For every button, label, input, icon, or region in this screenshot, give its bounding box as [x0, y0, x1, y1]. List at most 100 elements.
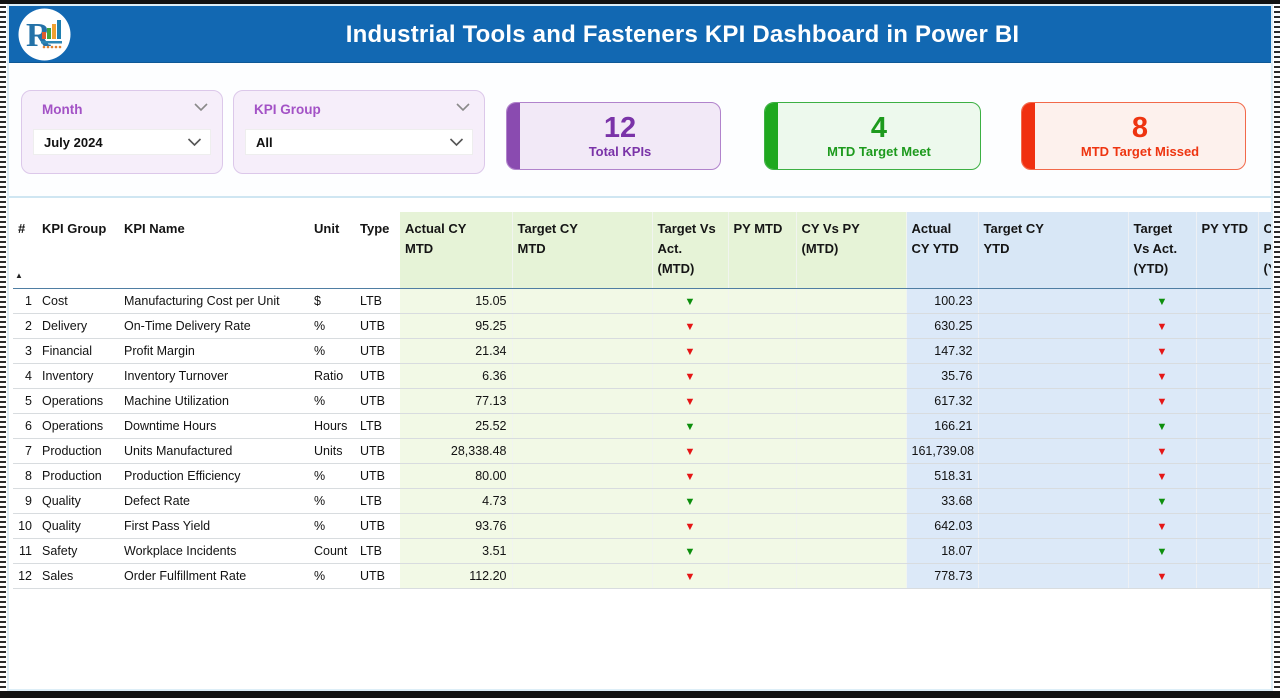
cell-unit: Hours — [309, 413, 355, 439]
cell-py_mtd — [728, 413, 797, 439]
table-row[interactable]: 8 Production Production Efficiency% UTB 80.0… — [13, 463, 1271, 489]
cell-target_mtd — [512, 313, 653, 339]
cell-unit: % — [309, 313, 355, 339]
month-dropdown[interactable]: July 2024 — [33, 129, 211, 155]
card-accent-bar — [765, 103, 778, 169]
column-header-actual_mtd[interactable]: Actual CY MTD — [400, 212, 513, 289]
filter-strip: Month July 2024 KPI Group All 12 Total K… — [9, 63, 1271, 198]
mtd-target-missed-card[interactable]: 8 MTD Target Missed — [1021, 102, 1246, 170]
column-header-idx[interactable]: # ▲ — [13, 212, 37, 289]
cell-target_ytd — [978, 413, 1129, 439]
cell-tva_mtd: ▼ — [652, 363, 729, 389]
table-header-row: # ▲ KPI Group KPI Name Unit Type Actual CY MTD… — [13, 212, 1271, 289]
chevron-down-icon[interactable] — [194, 103, 208, 112]
table-row[interactable]: 12 Sales Order Fulfillment Rate% UTB 112.20 ▼… — [13, 563, 1271, 589]
cell-actual_mtd: 93.76 — [400, 513, 513, 539]
cell-target_mtd — [512, 338, 653, 364]
table-row[interactable]: 3 Financial Profit Margin% UTB 21.34 ▼ 147.32 ▼ — [13, 338, 1271, 364]
cell-idx: 3 — [13, 338, 37, 364]
green-down-triangle-icon: ▼ — [1156, 295, 1168, 308]
table-row[interactable]: 1 Cost Manufacturing Cost per Unit $ LTB 15.0… — [13, 288, 1271, 314]
cell-cyvspy_ytd — [1258, 413, 1271, 439]
cell-unit: Ratio — [309, 363, 355, 389]
cell-actual_ytd: 166.21 — [906, 413, 979, 439]
column-header-cyvspy_ytd[interactable]: CY Vs PY (YTD) — [1258, 212, 1271, 289]
cell-cyvspy_ytd — [1258, 288, 1271, 314]
column-header-tva_ytd[interactable]: Target Vs Act. (YTD) — [1128, 212, 1197, 289]
cell-cyvspy_ytd — [1258, 438, 1271, 464]
cell-actual_mtd: 3.51 — [400, 538, 513, 564]
column-header-name[interactable]: KPI Name — [119, 212, 309, 289]
table-row[interactable]: 11 Safety Workplace Incidents Count LTB 3.51 ▼… — [13, 538, 1271, 564]
cell-actual_ytd: 630.25 — [906, 313, 979, 339]
cell-type: LTB — [355, 488, 400, 514]
cell-tva_ytd: ▼ — [1128, 438, 1197, 464]
green-down-triangle-icon: ▼ — [684, 495, 696, 508]
cell-py_mtd — [728, 363, 797, 389]
table-row[interactable]: 5 Operations Machine Utilization% UTB 77.13 ▼… — [13, 388, 1271, 414]
table-row[interactable]: 9 Quality Defect Rate% LTB 4.73 ▼ 33.68 ▼ — [13, 488, 1271, 514]
red-down-triangle-icon: ▼ — [1156, 320, 1168, 333]
cell-tva_mtd: ▼ — [652, 538, 729, 564]
cell-target_ytd — [978, 313, 1129, 339]
table-row[interactable]: 7 Production Units Manufactured Units UTB 28,… — [13, 438, 1271, 464]
cell-type: UTB — [355, 313, 400, 339]
column-header-group[interactable]: KPI Group — [37, 212, 119, 289]
cell-actual_ytd: 33.68 — [906, 488, 979, 514]
column-header-type[interactable]: Type — [355, 212, 400, 289]
cell-target_mtd — [512, 463, 653, 489]
red-down-triangle-icon: ▼ — [684, 345, 696, 358]
cell-type: UTB — [355, 363, 400, 389]
kpi-group-dropdown[interactable]: All — [245, 129, 473, 155]
mtd-target-meet-card[interactable]: 4 MTD Target Meet — [764, 102, 981, 170]
cell-actual_mtd: 15.05 — [400, 288, 513, 314]
card-accent-bar — [507, 103, 520, 169]
table-row[interactable]: 10 Quality First Pass Yield% UTB 93.76 ▼ 642.0… — [13, 513, 1271, 539]
cell-target_mtd — [512, 288, 653, 314]
cell-name: Inventory Turnover — [119, 363, 309, 389]
table-row[interactable]: 6 Operations Downtime Hours Hours LTB 25.52 ▼ 1… — [13, 413, 1271, 439]
column-header-py_ytd[interactable]: PY YTD — [1196, 212, 1259, 289]
cell-idx: 9 — [13, 488, 37, 514]
kpi-table-container[interactable]: # ▲ KPI Group KPI Name Unit Type Actual CY MTD… — [13, 212, 1271, 689]
cell-group: Quality — [37, 513, 119, 539]
table-row[interactable]: 2 Delivery On-Time Delivery Rate% UTB 95.25 ▼… — [13, 313, 1271, 339]
dashboard-header: R Industrial Tools and Fasteners KPI Das… — [9, 6, 1271, 63]
green-down-triangle-icon: ▼ — [1156, 495, 1168, 508]
cell-name: On-Time Delivery Rate — [119, 313, 309, 339]
cell-cyvspy_mtd — [796, 413, 907, 439]
cell-target_mtd — [512, 363, 653, 389]
chevron-down-icon[interactable] — [456, 103, 470, 112]
column-header-target_ytd[interactable]: Target CY YTD — [978, 212, 1129, 289]
cell-target_mtd — [512, 488, 653, 514]
cell-idx: 2 — [13, 313, 37, 339]
column-header-unit[interactable]: Unit — [309, 212, 355, 289]
cell-unit: % — [309, 563, 355, 589]
total-kpis-card[interactable]: 12 Total KPIs — [506, 102, 721, 170]
cell-py_ytd — [1196, 463, 1259, 489]
red-down-triangle-icon: ▼ — [1156, 345, 1168, 358]
cell-tva_ytd: ▼ — [1128, 463, 1197, 489]
cell-py_ytd — [1196, 338, 1259, 364]
cell-py_ytd — [1196, 563, 1259, 589]
cell-cyvspy_mtd — [796, 488, 907, 514]
cell-group: Safety — [37, 538, 119, 564]
cell-tva_ytd: ▼ — [1128, 288, 1197, 314]
column-header-tva_mtd[interactable]: Target Vs Act. (MTD) — [652, 212, 729, 289]
cell-name: Units Manufactured — [119, 438, 309, 464]
table-row[interactable]: 4 Inventory Inventory Turnover Ratio UTB 6.36… — [13, 363, 1271, 389]
cell-name: Order Fulfillment Rate — [119, 563, 309, 589]
cell-tva_ytd: ▼ — [1128, 388, 1197, 414]
column-header-actual_ytd[interactable]: Actual CY YTD — [906, 212, 979, 289]
cell-type: LTB — [355, 413, 400, 439]
green-down-triangle-icon: ▼ — [1156, 420, 1168, 433]
column-header-cyvspy_mtd[interactable]: CY Vs PY (MTD) — [796, 212, 907, 289]
cell-cyvspy_ytd — [1258, 463, 1271, 489]
cell-actual_mtd: 95.25 — [400, 313, 513, 339]
cell-idx: 8 — [13, 463, 37, 489]
column-header-target_mtd[interactable]: Target CY MTD — [512, 212, 653, 289]
cell-cyvspy_mtd — [796, 513, 907, 539]
column-header-py_mtd[interactable]: PY MTD — [728, 212, 797, 289]
cell-py_ytd — [1196, 313, 1259, 339]
cell-type: UTB — [355, 388, 400, 414]
